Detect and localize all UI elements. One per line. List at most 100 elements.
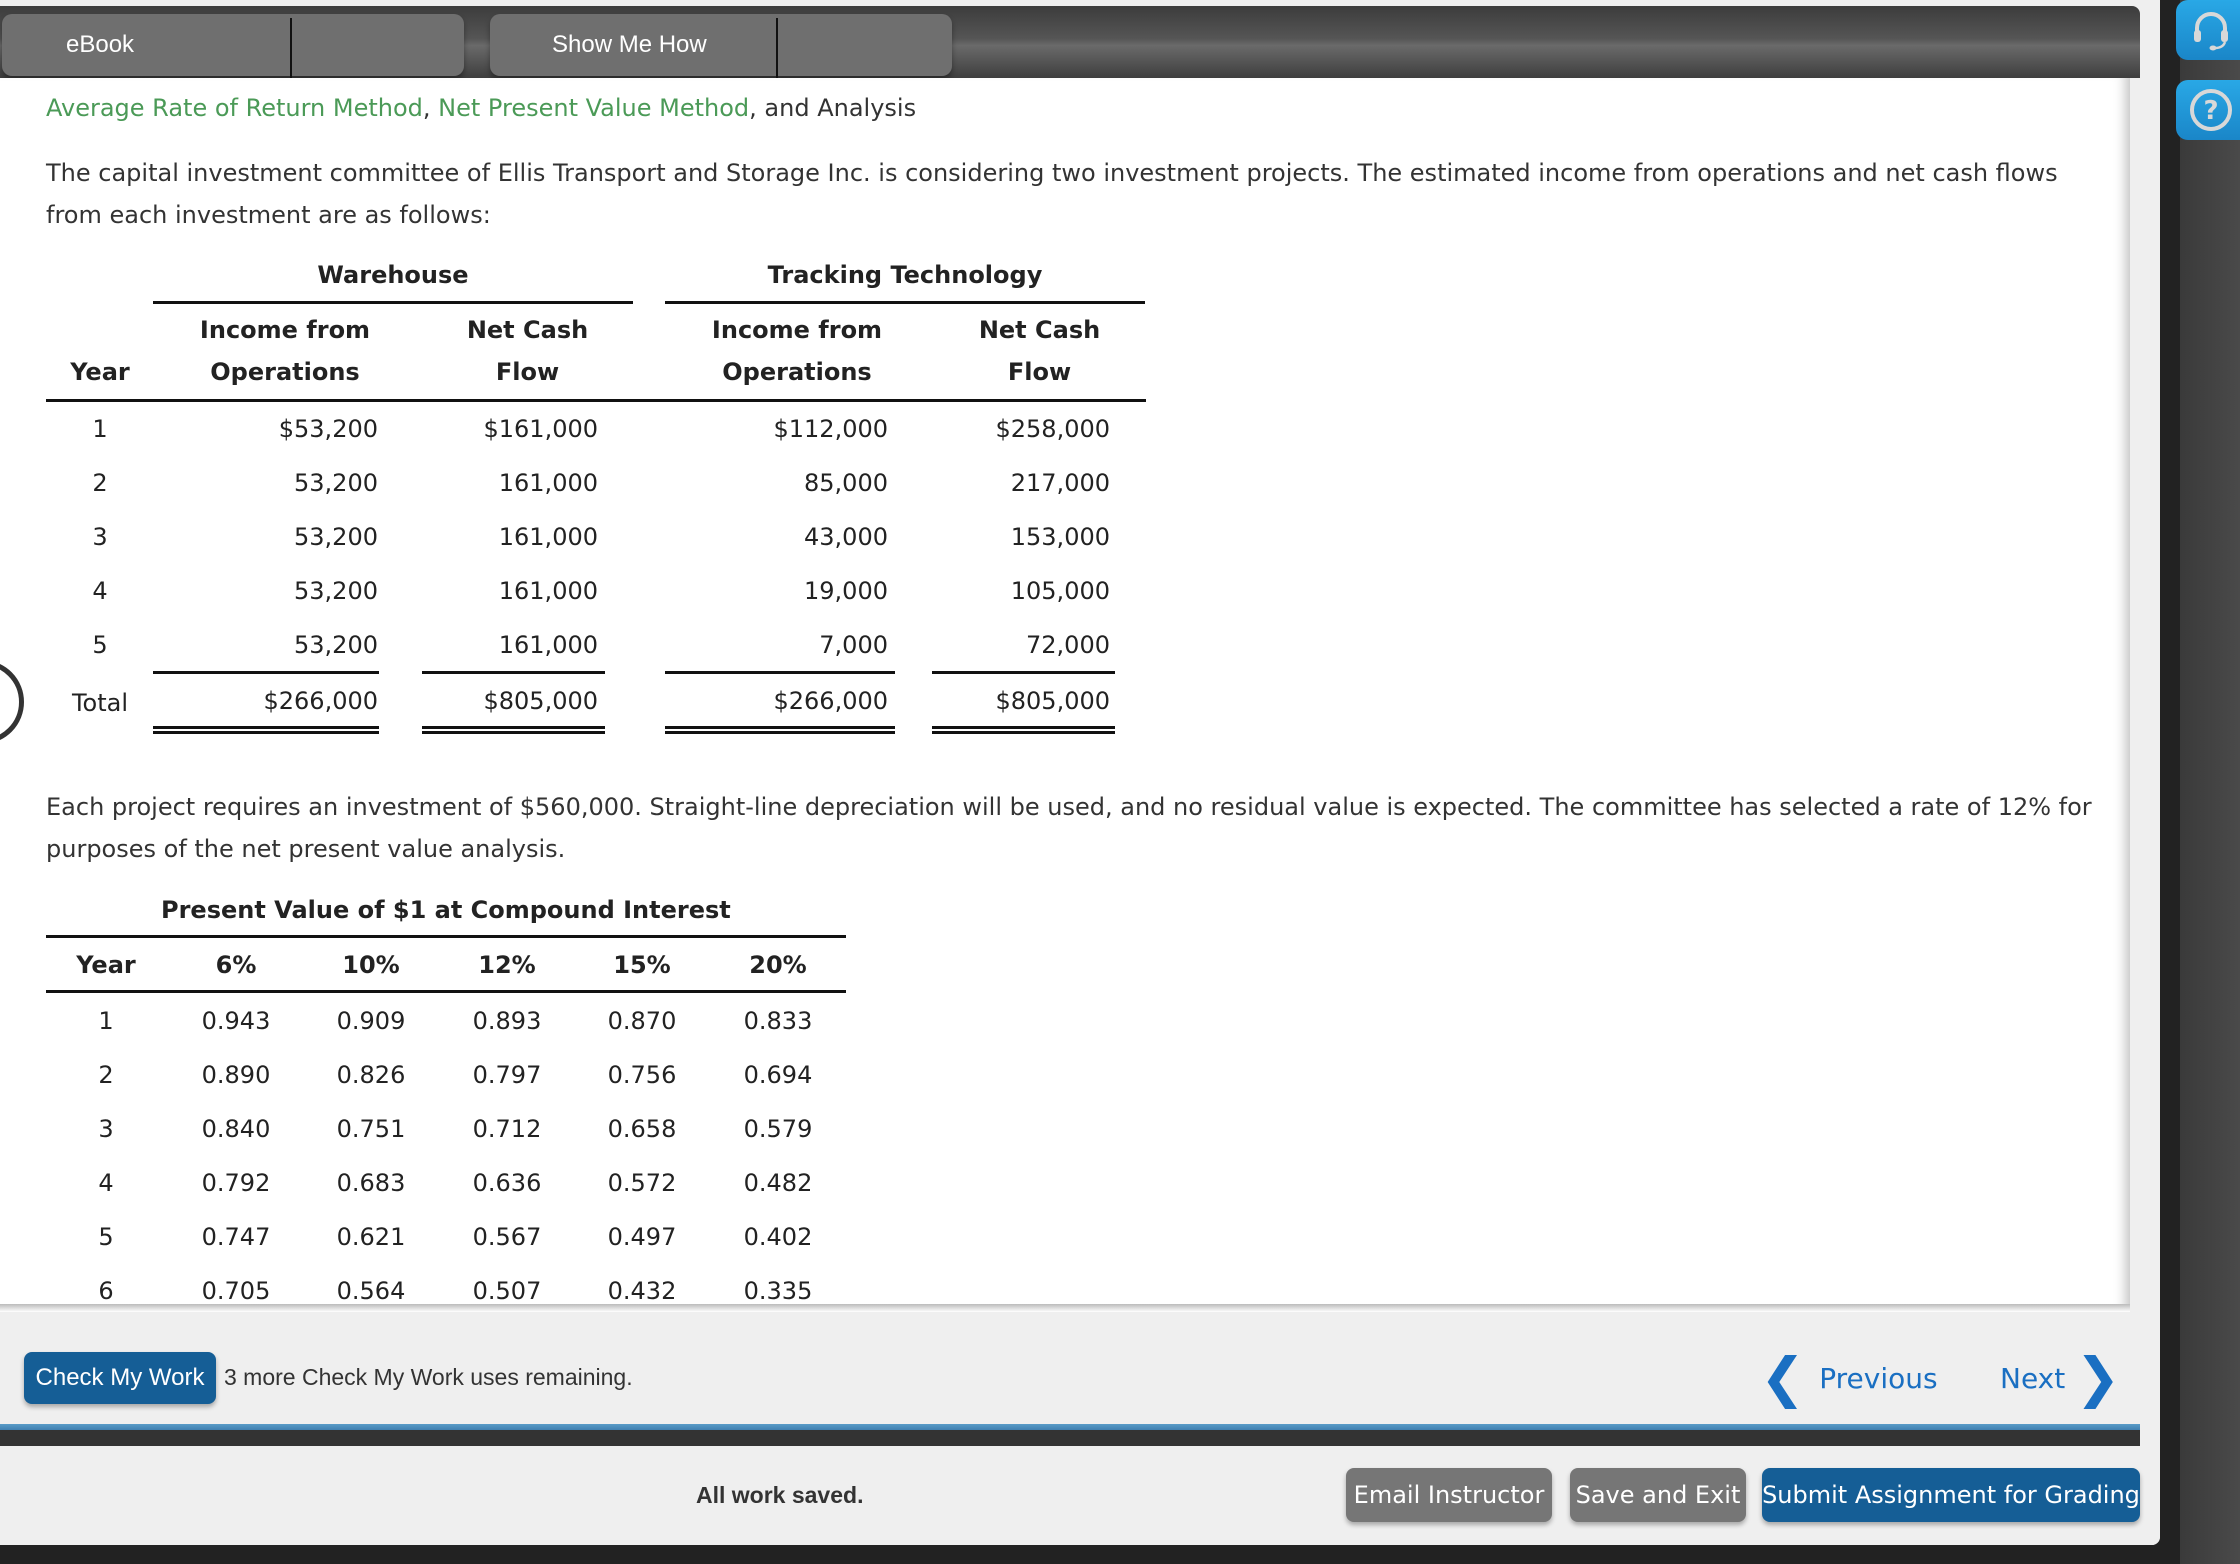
pv-factor-cell: 0.705	[201, 1277, 271, 1305]
pv-col-header: 6%	[215, 951, 257, 979]
next-button[interactable]: Next ❯	[2000, 1351, 2120, 1405]
pv-factor-cell: 0.893	[472, 1007, 542, 1035]
pv-factor-cell: 0.579	[743, 1115, 813, 1143]
pv-factor-cell: 0.751	[336, 1115, 406, 1143]
total-tt-income: $266,000	[773, 687, 888, 715]
group-header-warehouse: Warehouse	[317, 261, 469, 289]
pv-factor-cell: 0.797	[472, 1061, 542, 1089]
pv-title-underline	[46, 935, 846, 938]
pv-factor-cell: 0.335	[743, 1277, 813, 1305]
save-and-exit-button[interactable]: Save and Exit	[1570, 1468, 1746, 1522]
cell-year: 3	[92, 523, 108, 551]
toolbar-separator	[776, 18, 778, 84]
link-average-rate-of-return[interactable]: Average Rate of Return Method	[46, 94, 423, 122]
subtotal-line	[665, 671, 895, 674]
support-button[interactable]	[2176, 0, 2240, 60]
cell-tt-income: 85,000	[804, 469, 888, 497]
total-wh-income: $266,000	[263, 687, 378, 715]
cell-tt-income: 43,000	[804, 523, 888, 551]
cell-tt-cash: $258,000	[995, 415, 1110, 443]
pv-factor-cell: 0.747	[201, 1223, 271, 1251]
heading-rest: , and Analysis	[749, 94, 917, 122]
pv-factor-cell: 0.756	[607, 1061, 677, 1089]
cell-tt-cash: 105,000	[1010, 577, 1110, 605]
investment-line-1: Each project requires an investment of $…	[46, 793, 2092, 821]
show-me-how-label: Show Me How	[552, 31, 707, 58]
group-underline	[665, 301, 1145, 304]
intro-line-2: from each investment are as follows:	[46, 201, 491, 229]
header-underline	[46, 399, 1146, 402]
pv-factor-cell: 0.636	[472, 1169, 542, 1197]
pv-factor-cell: 0.497	[607, 1223, 677, 1251]
pv-factor-cell: 0.792	[201, 1169, 271, 1197]
pv-factor-cell: 0.572	[607, 1169, 677, 1197]
col-header-wh-income-2: Operations	[210, 358, 360, 386]
pv-factor-cell: 0.564	[336, 1277, 406, 1305]
col-header-tt-cash-2: Flow	[1007, 358, 1072, 386]
submit-assignment-button[interactable]: Submit Assignment for Grading	[1762, 1468, 2140, 1522]
check-my-work-button[interactable]: Check My Work	[24, 1352, 216, 1404]
ebook-label: eBook	[66, 31, 135, 58]
pv-factor-cell: 0.712	[472, 1115, 542, 1143]
investment-paragraph: Each project requires an investment of $…	[46, 786, 2126, 870]
cell-tt-income: 19,000	[804, 577, 888, 605]
cell-wh-cash: 161,000	[498, 631, 598, 659]
col-header-year: Year	[70, 358, 130, 386]
pv-factor-cell: 0.870	[607, 1007, 677, 1035]
pv-year-cell: 2	[98, 1061, 114, 1089]
save-status: All work saved.	[696, 1482, 864, 1508]
cell-year: 4	[92, 577, 108, 605]
cell-tt-cash: 72,000	[1026, 631, 1110, 659]
svg-text:?: ?	[2203, 96, 2218, 126]
pv-factor-cell: 0.943	[201, 1007, 271, 1035]
pv-year-cell: 5	[98, 1223, 114, 1251]
cell-wh-cash: 161,000	[498, 523, 598, 551]
link-net-present-value[interactable]: Net Present Value Method	[438, 94, 749, 122]
pv-factor-cell: 0.432	[607, 1277, 677, 1305]
pv-col-header: Year	[76, 951, 136, 979]
help-button[interactable]: ?	[2176, 80, 2240, 140]
pv-col-header: 20%	[749, 951, 807, 979]
heading-separator: ,	[422, 94, 431, 122]
question-heading: Average Rate of Return Method, Net Prese…	[46, 94, 916, 122]
pv-factor-cell: 0.482	[743, 1169, 813, 1197]
toolbar-separator	[290, 18, 292, 84]
show-me-how-button[interactable]: Show Me How	[490, 14, 952, 84]
pv-year-cell: 3	[98, 1115, 114, 1143]
cell-wh-cash: 161,000	[498, 577, 598, 605]
check-remaining-text: 3 more Check My Work uses remaining.	[224, 1364, 633, 1390]
pv-table-title: Present Value of $1 at Compound Interest	[161, 896, 731, 924]
cell-wh-income: 53,200	[294, 469, 378, 497]
total-wh-cash: $805,000	[483, 687, 598, 715]
pv-factor-cell: 0.909	[336, 1007, 406, 1035]
cell-year: 1	[92, 415, 108, 443]
subtotal-line	[153, 671, 379, 674]
pv-col-header: 12%	[478, 951, 536, 979]
subtotal-line	[932, 671, 1115, 674]
col-header-tt-cash-1: Net Cash	[978, 316, 1101, 344]
pv-factor-cell: 0.833	[743, 1007, 813, 1035]
cell-wh-cash: 161,000	[498, 469, 598, 497]
email-instructor-button[interactable]: Email Instructor	[1346, 1468, 1552, 1522]
ebook-button[interactable]: eBook	[2, 14, 464, 84]
cell-wh-income: $53,200	[278, 415, 378, 443]
pv-factor-cell: 0.567	[472, 1223, 542, 1251]
previous-button[interactable]: ❮ Previous	[1760, 1351, 1938, 1405]
col-header-wh-income-1: Income from	[199, 316, 371, 344]
intro-paragraph: The capital investment committee of Elli…	[46, 152, 2126, 236]
pv-year-cell: 6	[98, 1277, 114, 1305]
next-label: Next	[2000, 1361, 2066, 1395]
col-header-wh-cash-1: Net Cash	[466, 316, 589, 344]
cell-wh-cash: $161,000	[483, 415, 598, 443]
total-double-underline	[422, 726, 605, 734]
total-tt-cash: $805,000	[995, 687, 1110, 715]
pv-factor-cell: 0.402	[743, 1223, 813, 1251]
cell-wh-income: 53,200	[294, 631, 378, 659]
group-header-tracking-technology: Tracking Technology	[767, 261, 1043, 289]
intro-line-1: The capital investment committee of Elli…	[46, 159, 2058, 187]
cell-year: 5	[92, 631, 108, 659]
cell-tt-cash: 153,000	[1010, 523, 1110, 551]
content-divider	[0, 1304, 2130, 1312]
col-header-tt-income-1: Income from	[711, 316, 883, 344]
col-header-wh-cash-2: Flow	[495, 358, 560, 386]
